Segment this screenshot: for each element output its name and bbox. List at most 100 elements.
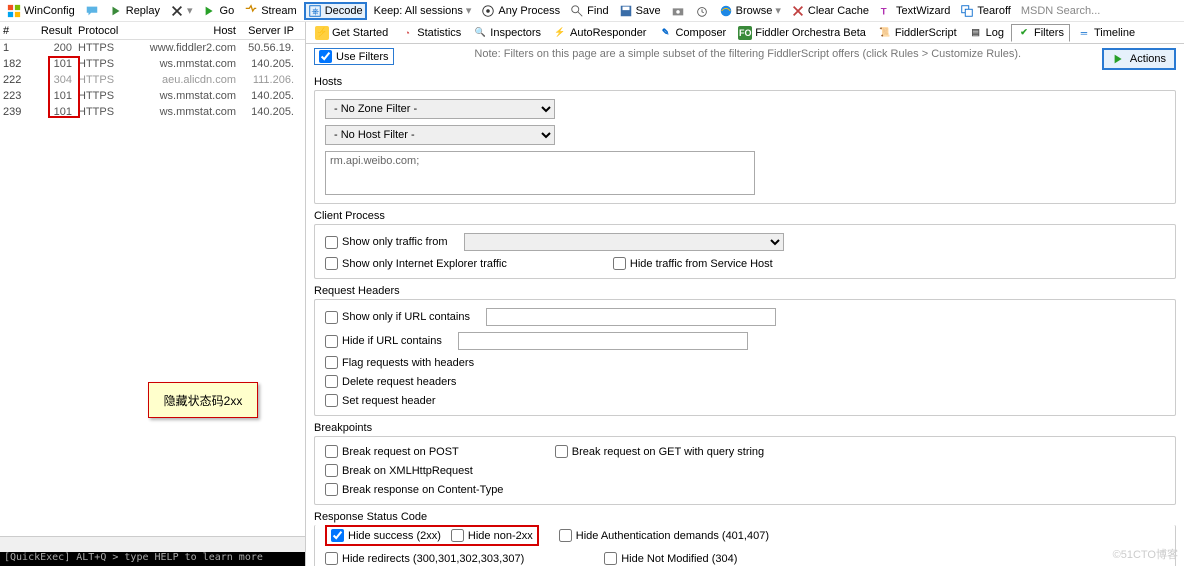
comment-button[interactable] bbox=[82, 3, 102, 19]
sessions-header: # Result Protocol Host Server IP bbox=[0, 22, 305, 40]
run-icon bbox=[1112, 52, 1126, 66]
show-if-url-checkbox[interactable]: Show only if URL contains bbox=[325, 311, 470, 324]
bubble-icon bbox=[85, 4, 99, 18]
tab-orchestra[interactable]: FOFiddler Orchestra Beta bbox=[733, 25, 871, 41]
stream-icon bbox=[244, 4, 258, 18]
camera-button[interactable] bbox=[668, 3, 688, 19]
svg-text:T: T bbox=[881, 6, 887, 17]
browse-button[interactable]: Browse ▾ bbox=[716, 3, 784, 19]
find-button[interactable]: Find bbox=[567, 3, 611, 19]
clear-cache-button[interactable]: Clear Cache bbox=[788, 3, 872, 19]
any-process-button[interactable]: Any Process bbox=[478, 3, 563, 19]
flag-headers-checkbox[interactable]: Flag requests with headers bbox=[325, 356, 474, 369]
host-filter-select[interactable]: - No Host Filter - bbox=[325, 125, 555, 145]
tab-statistics[interactable]: ◔Statistics bbox=[395, 25, 466, 41]
callout-note: 隐藏状态码2xx bbox=[148, 382, 258, 418]
filters-pane: Use Filters Note: Filters on this page a… bbox=[306, 44, 1184, 566]
break-xhr-checkbox[interactable]: Break on XMLHttpRequest bbox=[325, 464, 473, 477]
textwizard-icon: T bbox=[879, 4, 893, 18]
hosts-textarea[interactable]: rm.api.weibo.com; bbox=[325, 151, 755, 195]
svg-text:⎈: ⎈ bbox=[311, 6, 319, 17]
client-process-label: Client Process bbox=[314, 210, 1176, 222]
tab-filters[interactable]: ✔Filters bbox=[1011, 24, 1070, 42]
tearoff-icon bbox=[960, 4, 974, 18]
session-row[interactable]: 239101HTTPSws.mmstat.com140.205. bbox=[0, 104, 305, 120]
tab-fiddlerscript[interactable]: 📜FiddlerScript bbox=[873, 25, 962, 41]
filters-note: Note: Filters on this page are a simple … bbox=[406, 48, 1090, 61]
find-icon bbox=[570, 4, 584, 18]
use-filters-checkbox[interactable]: Use Filters bbox=[314, 48, 394, 65]
col-protocol[interactable]: Protocol bbox=[78, 25, 134, 37]
clear-icon bbox=[791, 4, 805, 18]
show-only-traffic-checkbox[interactable]: Show only traffic from bbox=[325, 236, 448, 249]
session-row[interactable]: 223101HTTPSws.mmstat.com140.205. bbox=[0, 88, 305, 104]
tab-timeline[interactable]: ═Timeline bbox=[1072, 25, 1140, 41]
timer-button[interactable] bbox=[692, 3, 712, 19]
delete-headers-checkbox[interactable]: Delete request headers bbox=[325, 375, 456, 388]
watermark: ©51CTO博客 bbox=[1113, 546, 1178, 562]
break-ct-checkbox[interactable]: Break response on Content-Type bbox=[325, 483, 503, 496]
decode-icon: ⎈ bbox=[308, 4, 322, 18]
actions-button[interactable]: Actions bbox=[1102, 48, 1176, 70]
quickexec-bar[interactable]: [QuickExec] ALT+Q > type HELP to learn m… bbox=[0, 552, 305, 566]
client-process-group: Show only traffic from Show only Interne… bbox=[314, 224, 1176, 279]
breakpoints-group: Break request on POST Break request on GE… bbox=[314, 436, 1176, 505]
session-row[interactable]: 182101HTTPSws.mmstat.com140.205. bbox=[0, 56, 305, 72]
save-button[interactable]: Save bbox=[616, 3, 664, 19]
break-get-qs-checkbox[interactable]: Break request on GET with query string bbox=[555, 445, 764, 458]
hide-if-url-input[interactable] bbox=[458, 332, 748, 350]
hide-304-checkbox[interactable]: Hide Not Modified (304) bbox=[604, 552, 737, 565]
clock-icon bbox=[695, 4, 709, 18]
h-scrollbar[interactable] bbox=[0, 536, 305, 552]
status-code-label: Response Status Code bbox=[314, 511, 1176, 523]
inspector-tabs: ⚡Get Started ◔Statistics 🔍Inspectors ⚡Au… bbox=[306, 22, 1184, 44]
remove-button[interactable]: ▾ bbox=[167, 3, 196, 19]
tab-get-started[interactable]: ⚡Get Started bbox=[310, 25, 393, 41]
tab-autoresponder[interactable]: ⚡AutoResponder bbox=[548, 25, 651, 41]
keep-button[interactable]: Keep: All sessions ▾ bbox=[371, 3, 475, 18]
save-icon bbox=[619, 4, 633, 18]
status-code-group: Hide success (2xx) Hide non-2xx Hide Aut… bbox=[314, 525, 1176, 566]
col-ip[interactable]: Server IP bbox=[242, 25, 300, 37]
show-only-ie-checkbox[interactable]: Show only Internet Explorer traffic bbox=[325, 257, 507, 270]
stream-button[interactable]: Stream bbox=[241, 3, 299, 19]
hide-if-url-checkbox[interactable]: Hide if URL contains bbox=[325, 335, 442, 348]
replay-button[interactable]: Replay bbox=[106, 3, 163, 19]
break-post-checkbox[interactable]: Break request on POST bbox=[325, 445, 459, 458]
replay-icon bbox=[109, 4, 123, 18]
status-highlight-box: Hide success (2xx) Hide non-2xx bbox=[325, 525, 539, 546]
tearoff-button[interactable]: Tearoff bbox=[957, 3, 1013, 19]
set-header-checkbox[interactable]: Set request header bbox=[325, 394, 436, 407]
right-panel: ⚡Get Started ◔Statistics 🔍Inspectors ⚡Au… bbox=[306, 22, 1184, 566]
session-row[interactable]: 222304HTTPSaeu.alicdn.com111.206. bbox=[0, 72, 305, 88]
tab-log[interactable]: ▤Log bbox=[964, 25, 1009, 41]
sessions-body[interactable]: 1200HTTPSwww.fiddler2.com50.56.19. 18210… bbox=[0, 40, 305, 536]
col-result[interactable]: Result bbox=[36, 25, 78, 37]
hide-redirects-checkbox[interactable]: Hide redirects (300,301,302,303,307) bbox=[325, 552, 524, 565]
go-icon bbox=[203, 4, 217, 18]
process-select[interactable] bbox=[464, 233, 784, 251]
sessions-panel: # Result Protocol Host Server IP 1200HTT… bbox=[0, 22, 306, 566]
hide-service-host-checkbox[interactable]: Hide traffic from Service Host bbox=[613, 257, 773, 270]
hide-success-checkbox[interactable]: Hide success (2xx) bbox=[331, 529, 441, 542]
hosts-label: Hosts bbox=[314, 76, 1176, 88]
main-toolbar: WinConfig Replay ▾ Go Stream ⎈Decode Kee… bbox=[0, 0, 1184, 22]
col-num[interactable]: # bbox=[0, 25, 36, 37]
request-headers-group: Show only if URL contains Hide if URL co… bbox=[314, 299, 1176, 416]
winconfig-button[interactable]: WinConfig bbox=[4, 3, 78, 19]
go-button[interactable]: Go bbox=[200, 3, 238, 19]
tab-composer[interactable]: ✎Composer bbox=[653, 25, 731, 41]
decode-button[interactable]: ⎈Decode bbox=[304, 2, 367, 20]
zone-filter-select[interactable]: - No Zone Filter - bbox=[325, 99, 555, 119]
col-host[interactable]: Host bbox=[134, 25, 242, 37]
hide-auth-checkbox[interactable]: Hide Authentication demands (401,407) bbox=[559, 529, 769, 542]
hide-non2xx-checkbox[interactable]: Hide non-2xx bbox=[451, 529, 533, 542]
textwizard-button[interactable]: TTextWizard bbox=[876, 3, 953, 19]
session-row[interactable]: 1200HTTPSwww.fiddler2.com50.56.19. bbox=[0, 40, 305, 56]
request-headers-label: Request Headers bbox=[314, 285, 1176, 297]
windows-icon bbox=[7, 4, 21, 18]
show-if-url-input[interactable] bbox=[486, 308, 776, 326]
tab-inspectors[interactable]: 🔍Inspectors bbox=[468, 25, 546, 41]
hosts-group: - No Zone Filter - - No Host Filter - rm… bbox=[314, 90, 1176, 204]
search-box[interactable]: MSDN Search... bbox=[1018, 4, 1103, 18]
